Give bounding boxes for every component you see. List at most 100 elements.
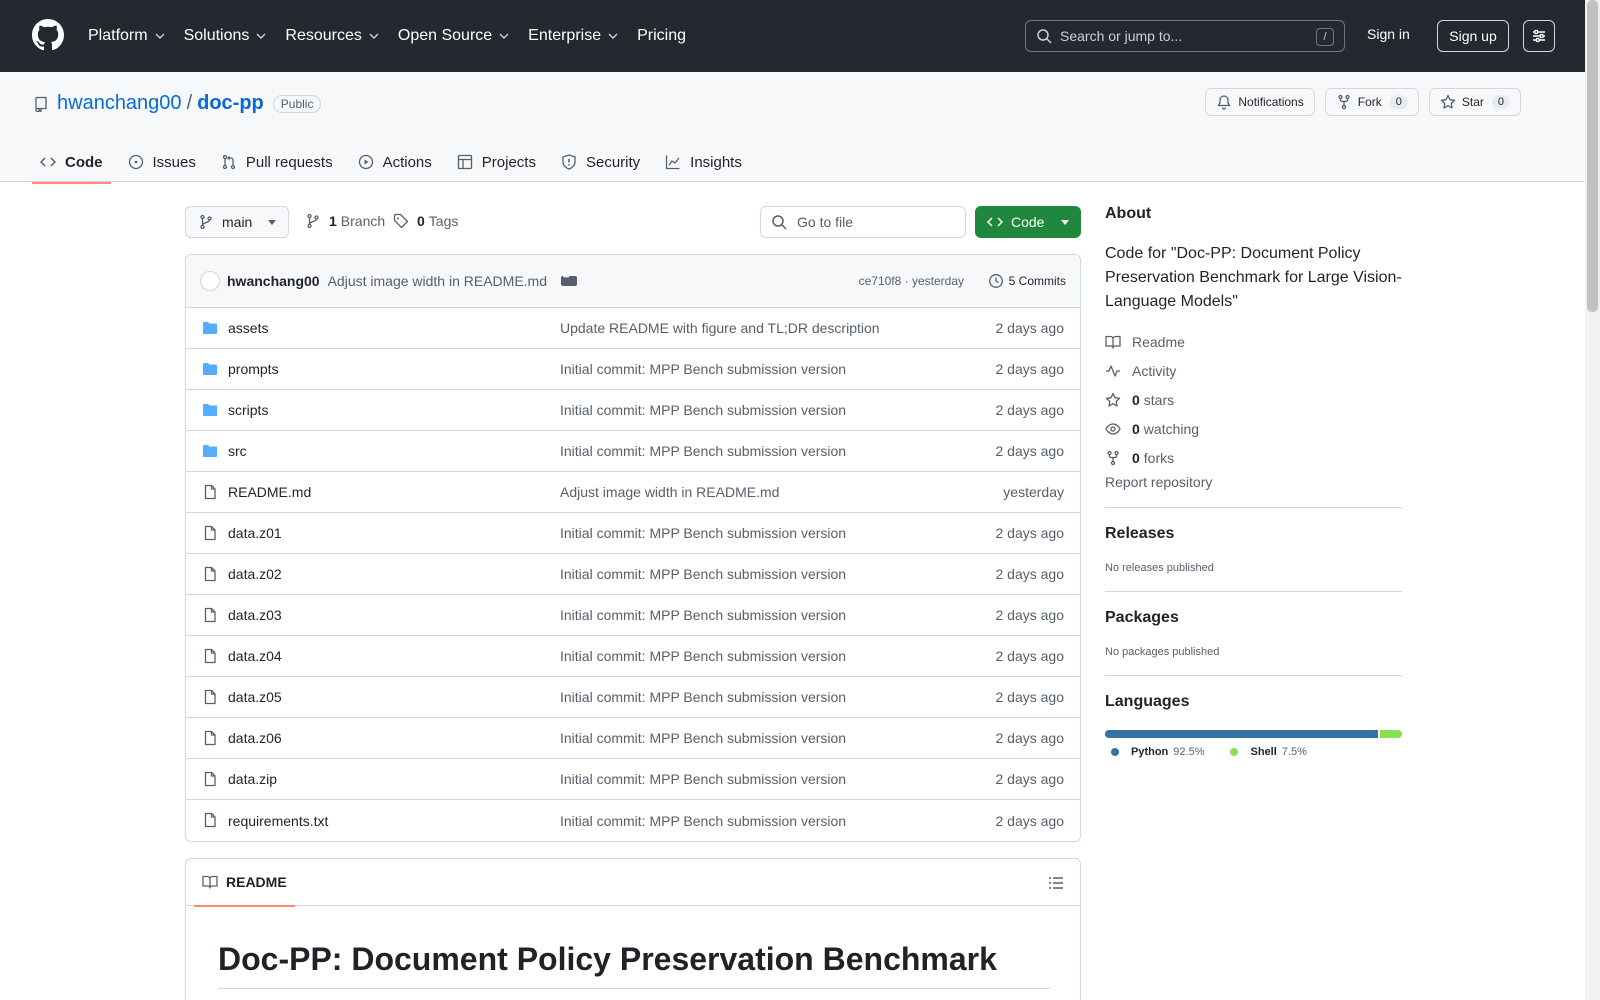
file-commit-message[interactable]: Initial commit: MPP Bench submission ver… [560,771,846,787]
language-item[interactable]: Shell 7.5% [1230,746,1307,758]
fork-label: Fork [1357,95,1382,109]
notifications-button[interactable]: Notifications [1205,88,1315,116]
releases-heading[interactable]: Releases [1105,525,1402,543]
file-commit-date: 2 days ago [995,648,1065,664]
tab-projects[interactable]: Projects [449,142,544,182]
file-commit-message[interactable]: Initial commit: MPP Bench submission ver… [560,648,846,664]
go-to-file-placeholder: Go to file [797,214,854,230]
github-logo-icon[interactable] [32,19,64,51]
file-row[interactable]: prompts Initial commit: MPP Bench submiss… [186,349,1080,390]
tab-pull-requests[interactable]: Pull requests [213,142,341,182]
file-commit-message[interactable]: Initial commit: MPP Bench submission ver… [560,607,846,623]
watching-link[interactable]: 0 watching [1105,414,1402,443]
language-bar-segment[interactable] [1379,730,1402,738]
tab-actions[interactable]: Actions [350,142,440,182]
file-commit-message[interactable]: Update README with figure and TL;DR desc… [560,320,880,336]
branch-selector[interactable]: main [185,206,289,238]
file-commit-message[interactable]: Initial commit: MPP Bench submission ver… [560,525,846,541]
file-commit-message[interactable]: Initial commit: MPP Bench submission ver… [560,566,846,582]
file-name-link[interactable]: data.zip [228,771,277,787]
file-name-link[interactable]: data.z02 [228,566,282,582]
nav-pricing[interactable]: Pricing [637,27,686,45]
avatar[interactable] [200,271,220,291]
list-icon[interactable] [1048,875,1064,891]
tab-issues[interactable]: Issues [120,142,204,182]
file-row[interactable]: data.z02 Initial commit: MPP Bench submis… [186,554,1080,595]
file-commit-message[interactable]: Initial commit: MPP Bench submission ver… [560,443,846,459]
packages-heading[interactable]: Packages [1105,609,1402,627]
activity-link[interactable]: Activity [1105,356,1402,385]
fork-button[interactable]: Fork 0 [1324,88,1419,116]
file-row[interactable]: src Initial commit: MPP Bench submission … [186,431,1080,472]
star-button[interactable]: Star 0 [1428,88,1521,116]
file-row[interactable]: data.z05 Initial commit: MPP Bench submis… [186,677,1080,718]
nav-enterprise[interactable]: Enterprise [528,27,619,45]
code-icon [987,217,1003,227]
file-row[interactable]: scripts Initial commit: MPP Bench submiss… [186,390,1080,431]
file-name-link[interactable]: data.z06 [228,730,282,746]
tags-link[interactable]: 0 Tags [393,213,458,229]
repository-header: hwanchang00 / doc-pp Public Notification… [0,72,1585,184]
fork-icon [1338,94,1350,110]
commit-author[interactable]: hwanchang00 [227,273,320,289]
branches-link[interactable]: 1 Branch [305,213,385,229]
folder-icon [202,443,218,459]
report-repository-link[interactable]: Report repository [1105,474,1402,490]
sign-in-link[interactable]: Sign in [1367,26,1410,42]
more-icon[interactable] [561,272,578,286]
page-scrollbar[interactable] [1585,0,1600,1000]
readme-link[interactable]: Readme [1105,327,1402,356]
language-bar-segment[interactable] [1105,730,1378,738]
commit-message[interactable]: Adjust image width in README.md [328,273,547,289]
code-dropdown-button[interactable]: Code [975,206,1081,238]
file-row[interactable]: data.z01 Initial commit: MPP Bench submis… [186,513,1080,554]
stars-link[interactable]: 0 stars [1105,385,1402,414]
file-name-link[interactable]: data.z05 [228,689,282,705]
nav-solutions[interactable]: Solutions [184,27,268,45]
file-row[interactable]: data.z06 Initial commit: MPP Bench submis… [186,718,1080,759]
file-commit-message[interactable]: Initial commit: MPP Bench submission ver… [560,813,846,829]
commit-hash-time[interactable]: ce710f8 · yesterday [859,274,964,288]
tab-insights[interactable]: Insights [657,142,750,182]
file-row[interactable]: data.z04 Initial commit: MPP Bench submis… [186,636,1080,677]
file-commit-message[interactable]: Initial commit: MPP Bench submission ver… [560,361,846,377]
language-name: Shell [1250,746,1277,758]
sign-up-button[interactable]: Sign up [1437,20,1509,52]
file-commit-message[interactable]: Initial commit: MPP Bench submission ver… [560,730,846,746]
file-commit-message[interactable]: Adjust image width in README.md [560,484,779,500]
file-name-link[interactable]: data.z04 [228,648,282,664]
language-item[interactable]: Python 92.5% [1111,746,1204,758]
menu-button[interactable] [1523,20,1555,52]
readme-tab[interactable]: README [194,859,295,907]
repo-icon [35,96,47,112]
repo-owner-link[interactable]: hwanchang00 [57,92,182,115]
commits-link[interactable]: 5 Commits [988,273,1066,289]
file-name-link[interactable]: prompts [228,361,279,377]
file-row[interactable]: data.z03 Initial commit: MPP Bench submis… [186,595,1080,636]
forks-link[interactable]: 0 forks [1105,443,1402,472]
file-name-link[interactable]: data.z03 [228,607,282,623]
nav-platform[interactable]: Platform [88,27,166,45]
file-row[interactable]: data.zip Initial commit: MPP Bench submis… [186,759,1080,800]
nav-open-source[interactable]: Open Source [398,27,510,45]
file-commit-message[interactable]: Initial commit: MPP Bench submission ver… [560,402,846,418]
file-name-link[interactable]: src [228,443,247,459]
file-name-link[interactable]: assets [228,320,268,336]
file-row[interactable]: assets Update README with figure and TL;D… [186,308,1080,349]
tab-code[interactable]: Code [32,142,111,184]
file-name-link[interactable]: requirements.txt [228,813,328,829]
tab-security[interactable]: Security [553,142,648,182]
repo-name-link[interactable]: doc-pp [197,92,264,115]
file-row[interactable]: README.md Adjust image width in README.md… [186,472,1080,513]
file-commit-message[interactable]: Initial commit: MPP Bench submission ver… [560,689,846,705]
go-to-file-input[interactable]: Go to file [760,206,966,238]
nav-resources[interactable]: Resources [285,27,379,45]
file-name-link[interactable]: README.md [228,484,311,500]
file-name-link[interactable]: scripts [228,402,268,418]
global-search-input[interactable]: Search or jump to... / [1025,20,1345,52]
caret-down-icon [1061,220,1069,225]
scrollbar-thumb[interactable] [1587,0,1598,312]
file-name-link[interactable]: data.z01 [228,525,282,541]
readme-panel: README Doc-PP: Document Policy Preservat… [185,858,1081,1000]
file-row[interactable]: requirements.txt Initial commit: MPP Benc… [186,800,1080,841]
